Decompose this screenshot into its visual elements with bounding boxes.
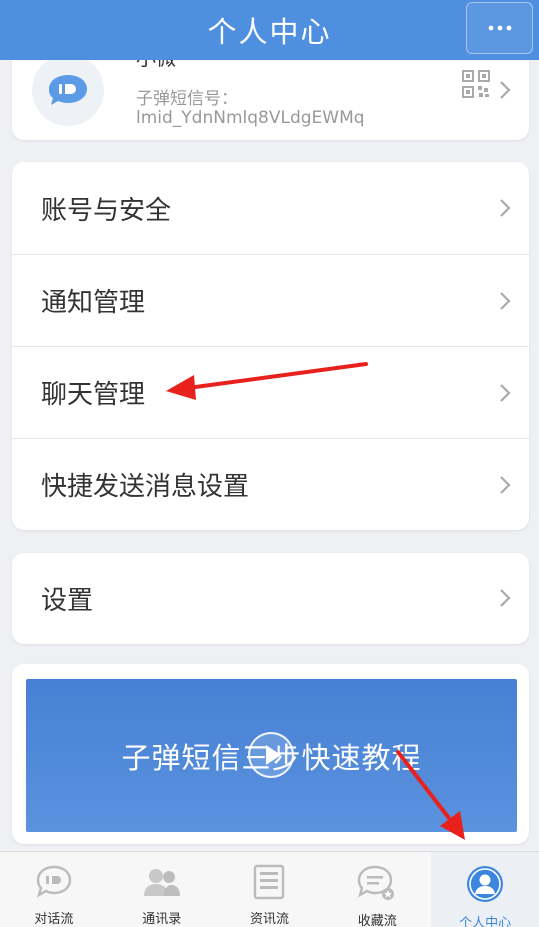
nav-tab-news[interactable]: 资讯流 [216, 852, 324, 927]
menu-item-quick-send[interactable]: 快捷发送消息设置 [12, 438, 529, 530]
menu-item-settings[interactable]: 设置 [12, 553, 529, 644]
menu-item-label: 聊天管理 [41, 380, 146, 410]
chevron-right-icon [500, 384, 511, 402]
news-icon [254, 864, 285, 900]
app-header: 个人中心 [0, 0, 539, 60]
page-title: 个人中心 [207, 15, 332, 49]
nav-tab-profile[interactable]: 个人中心 [431, 852, 539, 927]
menu-item-label: 通知管理 [41, 288, 146, 318]
nav-tab-chats[interactable]: 对话流 [0, 852, 108, 927]
id-value: lmid_YdnNmlq8VLdgEWMq [136, 108, 365, 128]
play-icon [266, 745, 281, 765]
menu-item-chat[interactable]: 聊天管理 [12, 346, 529, 438]
chevron-right-icon [500, 589, 511, 607]
tutorial-banner[interactable]: 子弹短信三步快速教程 [26, 679, 517, 832]
qr-code-icon[interactable] [462, 70, 490, 98]
avatar [32, 54, 104, 126]
menu-item-notification[interactable]: 通知管理 [12, 254, 529, 346]
chat-bubble-icon [36, 865, 72, 898]
menu-item-label: 设置 [41, 586, 94, 616]
chevron-right-icon [500, 199, 511, 217]
favorites-icon [358, 865, 395, 900]
id-label: 子弹短信号： [136, 89, 238, 109]
nav-tab-favorites[interactable]: 收藏流 [323, 852, 431, 927]
more-options-button[interactable] [466, 2, 533, 54]
chevron-right-icon [500, 292, 511, 310]
nav-label: 收藏流 [357, 914, 397, 927]
nav-label: 个人中心 [459, 916, 512, 927]
menu-item-label: 快捷发送消息设置 [41, 472, 250, 502]
chevron-right-icon [500, 81, 511, 99]
play-button[interactable] [248, 732, 294, 778]
menu-item-label: 账号与安全 [41, 195, 172, 226]
profile-icon [467, 866, 504, 902]
tutorial-card: 子弹短信三步快速教程 [12, 664, 529, 844]
nav-label: 对话流 [34, 912, 74, 927]
contacts-icon [143, 869, 180, 896]
chevron-right-icon [500, 476, 511, 494]
nav-label: 通讯录 [142, 912, 182, 927]
nav-label: 资讯流 [249, 912, 289, 927]
ellipsis-icon [488, 25, 511, 31]
bottom-nav: 对话流 通讯录 资讯流 收藏流 个人中心 [0, 851, 539, 927]
settings-card: 设置 [12, 553, 529, 644]
nav-tab-contacts[interactable]: 通讯录 [108, 852, 216, 927]
menu-card: 账号与安全 通知管理 聊天管理 快捷发送消息设置 [12, 162, 529, 530]
app-logo-icon [49, 75, 87, 105]
menu-item-account-security[interactable]: 账号与安全 [12, 162, 529, 254]
